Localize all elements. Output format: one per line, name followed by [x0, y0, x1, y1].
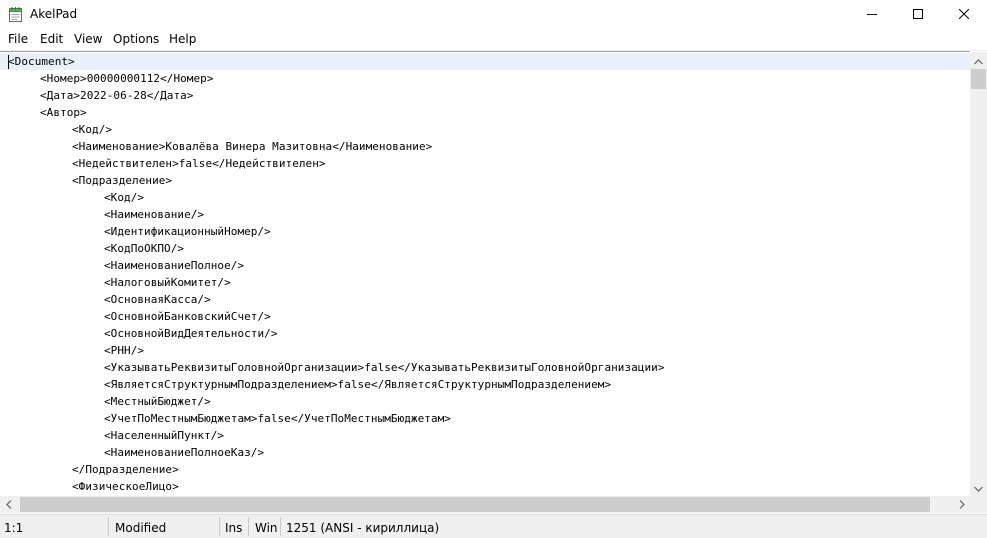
editor-line: <РНН/>	[104, 344, 145, 357]
arrow-right-icon	[959, 496, 965, 514]
scroll-up-button[interactable]	[970, 52, 987, 69]
editor-line: <ОсновнойБанковскийСчет/>	[104, 310, 271, 323]
minimize-button[interactable]	[849, 0, 895, 29]
status-codepage[interactable]: 1251 (ANSI - кириллица)	[286, 521, 439, 535]
editor-line: <ОсновнаяКасса/>	[104, 293, 211, 306]
editor-line: <НаименованиеПолное/>	[104, 259, 245, 272]
text-editor[interactable]: <Document> <Номер>00000000112</Номер> <Дат…	[0, 51, 970, 497]
status-insert-mode[interactable]: Ins	[225, 521, 242, 535]
editor-line: <Document>	[8, 55, 75, 68]
current-line-highlight	[0, 53, 970, 70]
close-button[interactable]	[941, 0, 987, 29]
editor-line: <НаименованиеПолноеКаз/>	[104, 446, 265, 459]
status-newline[interactable]: Win	[255, 521, 278, 535]
editor-line: <НаселенныйПункт/>	[104, 429, 225, 442]
status-separator	[248, 517, 249, 536]
editor-line: <Наименование/>	[104, 208, 205, 221]
editor-line: <МестныйБюджет/>	[104, 395, 211, 408]
editor-line: <НалоговыйКомитет/>	[104, 276, 231, 289]
editor-line: <ФизическоеЛицо>	[72, 480, 179, 493]
vertical-scroll-thumb[interactable]	[971, 69, 986, 89]
editor-line: <Код/>	[72, 123, 113, 136]
menu-view[interactable]: View	[74, 32, 102, 46]
status-cursor-position: 1:1	[4, 521, 24, 535]
status-separator	[219, 517, 220, 536]
notepad-icon	[9, 7, 22, 22]
editor-line: <Номер>00000000112</Номер>	[40, 72, 214, 85]
vertical-scrollbar[interactable]	[970, 52, 987, 496]
window-title: AkelPad	[30, 7, 78, 21]
editor-line: <Код/>	[104, 191, 145, 204]
status-separator	[280, 517, 281, 536]
editor-line: <УказыватьРеквизитыГоловнойОрганизации>f…	[104, 361, 665, 374]
arrow-left-icon	[5, 496, 12, 514]
editor-line: <КодПоОКПО/>	[104, 242, 185, 255]
editor-line: <УчетПоМестнымБюджетам>false</УчетПоМест…	[104, 412, 451, 425]
editor-line: <Наименование>Ковалёва Винера Мазитовна<…	[72, 140, 433, 153]
editor-line: <ОсновнойВидДеятельности/>	[104, 327, 278, 340]
status-modified: Modified	[115, 521, 167, 535]
status-separator	[108, 517, 109, 536]
scrollbar-corner	[970, 496, 987, 513]
horizontal-scrollbar[interactable]	[0, 496, 970, 513]
scroll-right-button[interactable]	[953, 496, 970, 513]
editor-line: <Подразделение>	[72, 174, 173, 187]
scroll-down-button[interactable]	[970, 479, 987, 496]
status-bar: 1:1 Modified Ins Win 1251 (ANSI - кирилл…	[0, 514, 987, 538]
menu-edit[interactable]: Edit	[40, 32, 63, 46]
title-bar[interactable]: AkelPad	[0, 0, 987, 29]
editor-line: <ЯвляетсяСтруктурнымПодразделением>false…	[104, 378, 612, 391]
horizontal-scroll-thumb[interactable]	[20, 497, 930, 512]
menu-options[interactable]: Options	[113, 32, 159, 46]
menu-file[interactable]: File	[8, 32, 28, 46]
menu-help[interactable]: Help	[169, 32, 196, 46]
maximize-icon	[913, 6, 923, 24]
maximize-button[interactable]	[895, 0, 941, 29]
close-icon	[958, 6, 970, 24]
editor-line: <Автор>	[40, 106, 87, 119]
editor-line: <ИдентификационныйНомер/>	[104, 225, 271, 238]
minimize-icon	[867, 6, 877, 24]
arrow-up-icon	[974, 52, 983, 70]
editor-line: </Подразделение>	[72, 463, 179, 476]
editor-line: <Недействителен>false</Недействителен>	[72, 157, 326, 170]
arrow-down-icon	[974, 479, 983, 497]
menu-bar: File Edit View Options Help	[0, 29, 987, 51]
scroll-left-button[interactable]	[0, 496, 17, 513]
editor-line: <Дата>2022-06-28</Дата>	[40, 89, 194, 102]
